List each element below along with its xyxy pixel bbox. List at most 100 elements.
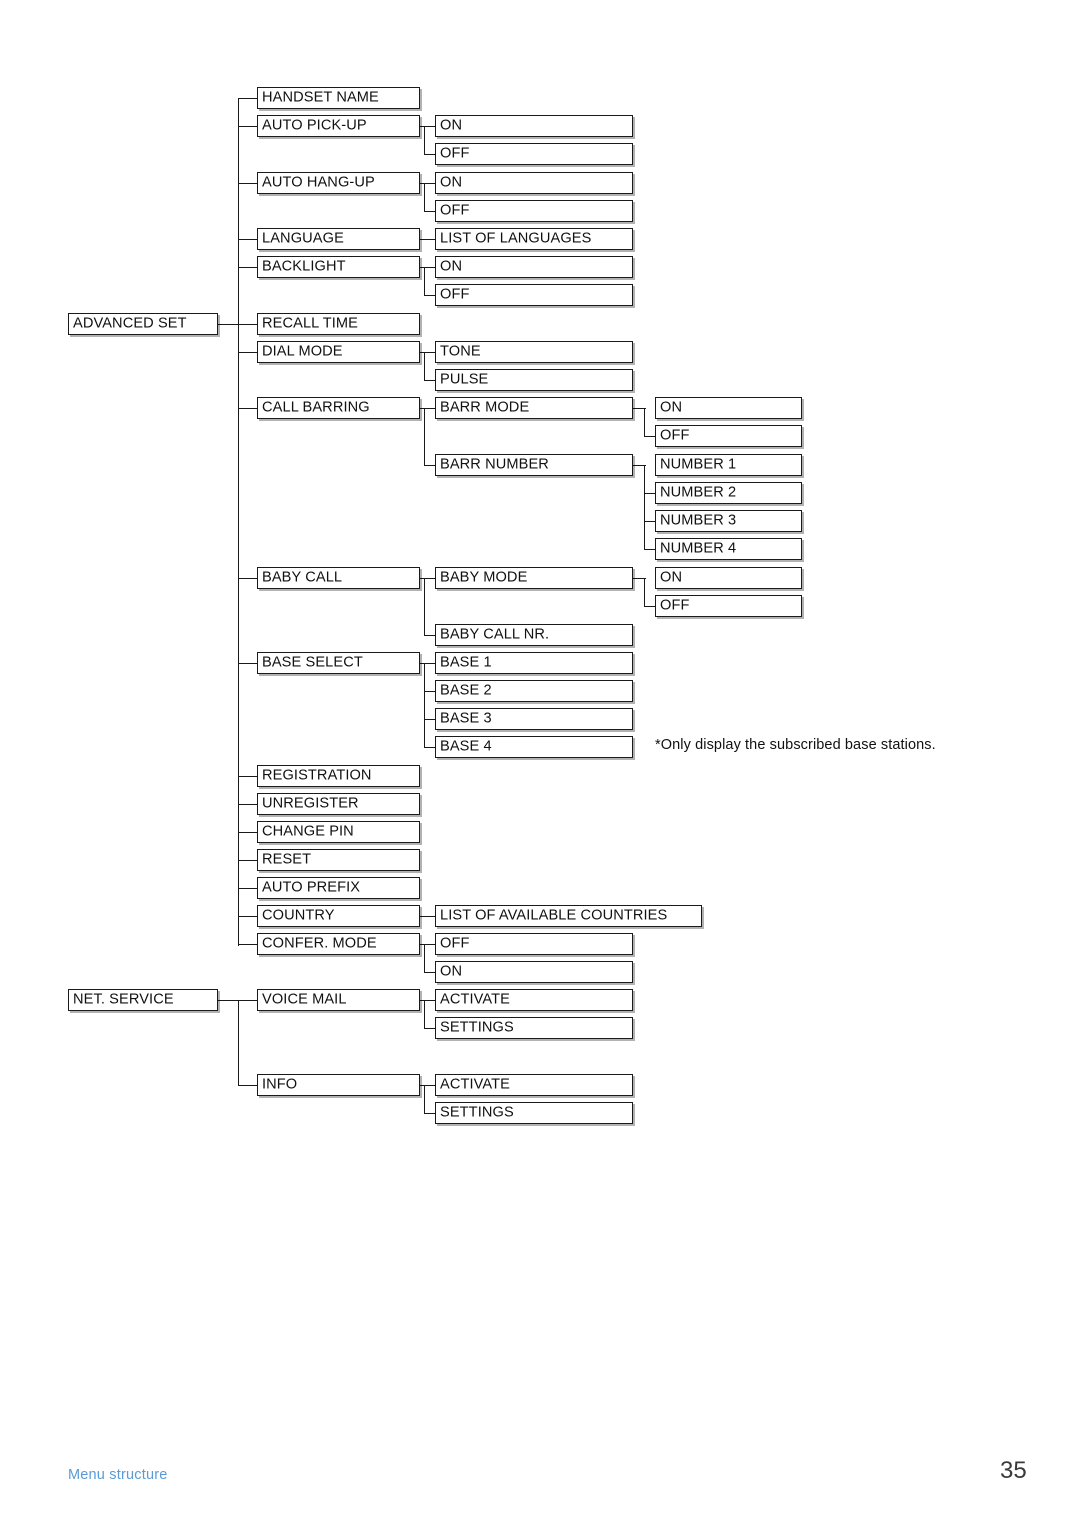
- node-baby-call-nr[interactable]: BABY CALL NR.: [435, 624, 633, 646]
- node-label: LIST OF AVAILABLE COUNTRIES: [440, 907, 668, 924]
- node-auto-pick-up-on[interactable]: ON: [435, 115, 633, 137]
- connector-change-pin: [238, 832, 257, 833]
- node-recall-time[interactable]: RECALL TIME: [257, 313, 420, 335]
- connector-number-3: [644, 521, 655, 522]
- node-label: NUMBER 2: [660, 484, 737, 501]
- connector-auto-hang-up-off: [424, 211, 435, 212]
- node-dial-mode[interactable]: DIAL MODE: [257, 341, 420, 363]
- node-dial-mode-tone[interactable]: TONE: [435, 341, 633, 363]
- node-label: VOICE MAIL: [262, 991, 347, 1008]
- footer-section-label: Menu structure: [68, 1467, 168, 1483]
- node-label: AUTO PREFIX: [262, 879, 361, 896]
- node-baby-mode-off[interactable]: OFF: [655, 595, 802, 617]
- node-label: PULSE: [440, 371, 489, 388]
- connector-call-barring-out: [420, 408, 435, 409]
- node-change-pin[interactable]: CHANGE PIN: [257, 821, 420, 843]
- connector-auto-pick-up-out: [420, 126, 435, 127]
- node-auto-prefix[interactable]: AUTO PREFIX: [257, 877, 420, 899]
- node-registration[interactable]: REGISTRATION: [257, 765, 420, 787]
- node-label: CONFER. MODE: [262, 935, 377, 952]
- node-language[interactable]: LANGUAGE: [257, 228, 420, 250]
- node-label: ACTIVATE: [440, 1076, 510, 1093]
- node-label: TONE: [440, 343, 481, 360]
- node-number-1[interactable]: NUMBER 1: [655, 454, 802, 476]
- node-list-of-languages[interactable]: LIST OF LANGUAGES: [435, 228, 633, 250]
- connector-language-out: [420, 239, 435, 240]
- connector-voice-mail: [238, 1000, 257, 1001]
- node-number-4[interactable]: NUMBER 4: [655, 538, 802, 560]
- node-voice-mail-settings[interactable]: SETTINGS: [435, 1017, 633, 1039]
- node-baby-call[interactable]: BABY CALL: [257, 567, 420, 589]
- connector-dial-mode: [238, 352, 257, 353]
- connector-base-select-out: [420, 663, 435, 664]
- node-confer-mode[interactable]: CONFER. MODE: [257, 933, 420, 955]
- node-label: OFF: [660, 427, 690, 444]
- connector-unregister: [238, 804, 257, 805]
- node-barr-number[interactable]: BARR NUMBER: [435, 454, 633, 476]
- connector-number-4: [644, 549, 655, 550]
- node-label: ON: [660, 569, 683, 586]
- node-confer-mode-on[interactable]: ON: [435, 961, 633, 983]
- node-barr-mode-off[interactable]: OFF: [655, 425, 802, 447]
- node-baby-mode[interactable]: BABY MODE: [435, 567, 633, 589]
- node-label: BABY CALL: [262, 569, 343, 586]
- node-barr-mode[interactable]: BARR MODE: [435, 397, 633, 419]
- node-call-barring[interactable]: CALL BARRING: [257, 397, 420, 419]
- node-label: SETTINGS: [440, 1019, 514, 1036]
- node-confer-mode-off[interactable]: OFF: [435, 933, 633, 955]
- node-base-1[interactable]: BASE 1: [435, 652, 633, 674]
- connector-confer-mode-out: [420, 944, 435, 945]
- node-label: AUTO HANG-UP: [262, 174, 375, 191]
- node-auto-pick-up-off[interactable]: OFF: [435, 143, 633, 165]
- node-backlight-on[interactable]: ON: [435, 256, 633, 278]
- node-label: LANGUAGE: [262, 230, 344, 247]
- node-info-activate[interactable]: ACTIVATE: [435, 1074, 633, 1096]
- node-label: OFF: [660, 597, 690, 614]
- node-label: BASE 2: [440, 682, 492, 699]
- node-voice-mail[interactable]: VOICE MAIL: [257, 989, 420, 1011]
- connector-info-settings: [424, 1113, 435, 1114]
- connector-net-service-trunk: [238, 1000, 239, 1085]
- node-reset[interactable]: RESET: [257, 849, 420, 871]
- node-number-3[interactable]: NUMBER 3: [655, 510, 802, 532]
- connector-advanced-set-stub: [218, 324, 238, 325]
- connector-reset: [238, 860, 257, 861]
- node-base-select[interactable]: BASE SELECT: [257, 652, 420, 674]
- node-barr-mode-on[interactable]: ON: [655, 397, 802, 419]
- node-base-4[interactable]: BASE 4: [435, 736, 633, 758]
- connector-dial-mode-pulse: [424, 380, 435, 381]
- node-label: ON: [440, 258, 463, 275]
- node-auto-hang-up-off[interactable]: OFF: [435, 200, 633, 222]
- node-label: OFF: [440, 935, 470, 952]
- node-info-settings[interactable]: SETTINGS: [435, 1102, 633, 1124]
- node-label: BASE SELECT: [262, 654, 363, 671]
- node-baby-mode-on[interactable]: ON: [655, 567, 802, 589]
- node-base-3[interactable]: BASE 3: [435, 708, 633, 730]
- node-label: AUTO PICK-UP: [262, 117, 367, 134]
- node-net-service[interactable]: NET. SERVICE: [68, 989, 218, 1011]
- node-backlight-off[interactable]: OFF: [435, 284, 633, 306]
- node-auto-hang-up[interactable]: AUTO HANG-UP: [257, 172, 420, 194]
- node-backlight[interactable]: BACKLIGHT: [257, 256, 420, 278]
- node-country-list[interactable]: LIST OF AVAILABLE COUNTRIES: [435, 905, 702, 927]
- node-number-2[interactable]: NUMBER 2: [655, 482, 802, 504]
- node-base-2[interactable]: BASE 2: [435, 680, 633, 702]
- node-advanced-set[interactable]: ADVANCED SET: [68, 313, 218, 335]
- connector-backlight-out: [420, 267, 435, 268]
- node-info[interactable]: INFO: [257, 1074, 420, 1096]
- node-auto-hang-up-on[interactable]: ON: [435, 172, 633, 194]
- connector-base-select: [238, 663, 257, 664]
- node-unregister[interactable]: UNREGISTER: [257, 793, 420, 815]
- connector-auto-hang-up-branch: [424, 183, 425, 211]
- node-handset-name[interactable]: HANDSET NAME: [257, 87, 420, 109]
- connector-confer-mode: [238, 944, 257, 945]
- connector-language: [238, 239, 257, 240]
- node-dial-mode-pulse[interactable]: PULSE: [435, 369, 633, 391]
- node-country[interactable]: COUNTRY: [257, 905, 420, 927]
- node-label: BABY CALL NR.: [440, 626, 550, 643]
- connector-baby-mode-off: [644, 606, 655, 607]
- node-auto-pick-up[interactable]: AUTO PICK-UP: [257, 115, 420, 137]
- connector-base-3: [424, 719, 435, 720]
- connector-barr-number: [424, 465, 435, 466]
- node-voice-mail-activate[interactable]: ACTIVATE: [435, 989, 633, 1011]
